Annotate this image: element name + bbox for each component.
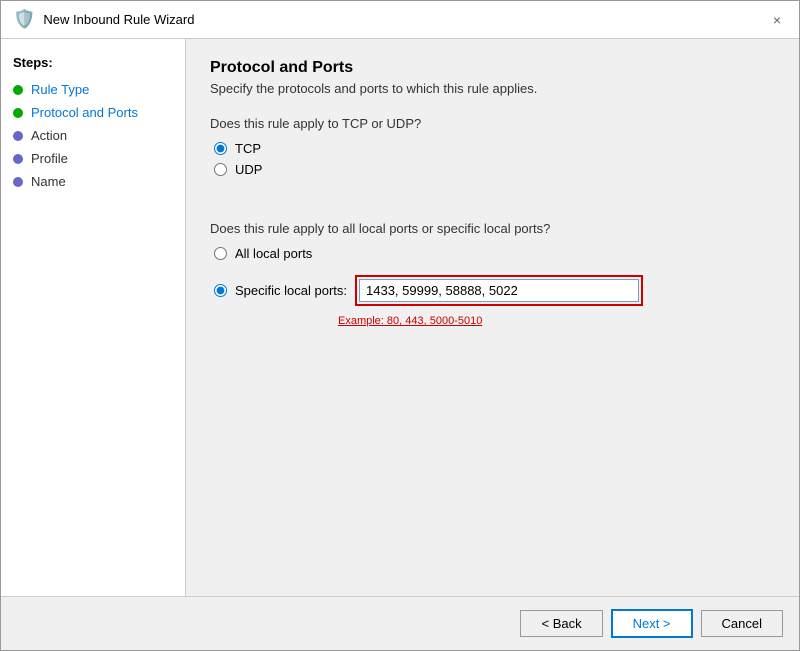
title-bar: 🛡️ New Inbound Rule Wizard ×: [1, 1, 799, 39]
close-button[interactable]: ×: [767, 10, 787, 30]
sidebar-item-name[interactable]: Name: [1, 170, 185, 193]
footer: < Back Next > Cancel: [1, 596, 799, 650]
main-content: Protocol and Ports Specify the protocols…: [186, 39, 799, 596]
all-ports-radio[interactable]: [214, 247, 227, 260]
sidebar-item-profile[interactable]: Profile: [1, 147, 185, 170]
protocol-section: Does this rule apply to TCP or UDP? TCP …: [210, 116, 775, 177]
content-area: Steps: Rule Type Protocol and Ports Acti…: [1, 39, 799, 596]
ports-input[interactable]: [359, 279, 639, 302]
sidebar-label-profile: Profile: [31, 151, 68, 166]
window-title: New Inbound Rule Wizard: [43, 12, 194, 27]
dot-icon: [13, 131, 23, 141]
specific-ports-option[interactable]: Specific local ports:: [214, 283, 347, 298]
udp-radio[interactable]: [214, 163, 227, 176]
ports-section: Does this rule apply to all local ports …: [210, 221, 775, 327]
sidebar-label-action: Action: [31, 128, 67, 143]
dot-icon: [13, 177, 23, 187]
tcp-label: TCP: [235, 141, 261, 156]
protocol-question: Does this rule apply to TCP or UDP?: [210, 116, 775, 131]
tcp-radio[interactable]: [214, 142, 227, 155]
back-button[interactable]: < Back: [520, 610, 602, 637]
sidebar-item-rule-type[interactable]: Rule Type: [1, 78, 185, 101]
next-button[interactable]: Next >: [611, 609, 693, 638]
udp-option[interactable]: UDP: [214, 162, 775, 177]
sidebar-item-action[interactable]: Action: [1, 124, 185, 147]
sidebar: Steps: Rule Type Protocol and Ports Acti…: [1, 39, 186, 596]
specific-ports-label: Specific local ports:: [235, 283, 347, 298]
sidebar-label-name: Name: [31, 174, 66, 189]
dot-icon: [13, 154, 23, 164]
ports-question: Does this rule apply to all local ports …: [210, 221, 775, 236]
sidebar-label-rule-type: Rule Type: [31, 82, 89, 97]
tcp-option[interactable]: TCP: [214, 141, 775, 156]
page-subtitle: Specify the protocols and ports to which…: [210, 81, 775, 96]
protocol-radio-group: TCP UDP: [210, 141, 775, 177]
page-title: Protocol and Ports: [210, 59, 775, 77]
example-area: Example: 80, 443, 5000-5010: [214, 312, 775, 327]
ports-radio-group: All local ports Specific local ports: Ex…: [210, 246, 775, 327]
sidebar-label-protocol: Protocol and Ports: [31, 105, 138, 120]
sidebar-title: Steps:: [1, 51, 185, 78]
sidebar-item-protocol[interactable]: Protocol and Ports: [1, 101, 185, 124]
dot-icon: [13, 85, 23, 95]
example-text: Example: 80, 443, 5000-5010: [334, 315, 482, 327]
specific-ports-radio[interactable]: [214, 284, 227, 297]
wizard-icon: 🛡️: [13, 9, 35, 30]
ports-input-wrapper: [355, 275, 643, 306]
specific-ports-row: Specific local ports:: [214, 275, 775, 306]
cancel-button[interactable]: Cancel: [701, 610, 783, 637]
wizard-window: 🛡️ New Inbound Rule Wizard × Steps: Rule…: [0, 0, 800, 651]
dot-icon: [13, 108, 23, 118]
title-bar-left: 🛡️ New Inbound Rule Wizard: [13, 9, 194, 30]
all-ports-label: All local ports: [235, 246, 312, 261]
udp-label: UDP: [235, 162, 262, 177]
all-ports-option[interactable]: All local ports: [214, 246, 775, 261]
